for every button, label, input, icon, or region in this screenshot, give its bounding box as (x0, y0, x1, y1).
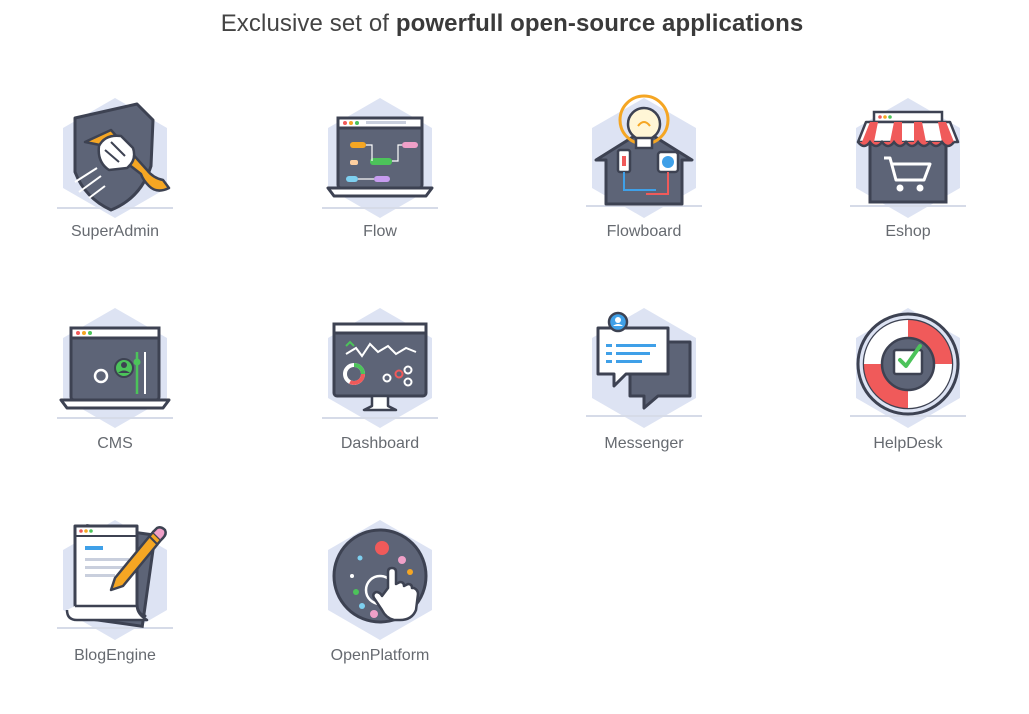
app-label: Dashboard (340, 435, 420, 452)
lifebuoy-icon (850, 308, 966, 428)
laptop-flow-icon (322, 98, 438, 218)
app-label: OpenPlatform (330, 647, 430, 664)
document-pencil-icon (57, 520, 173, 640)
app-tile-flowboard[interactable]: Flowboard (559, 90, 729, 290)
app-label: HelpDesk (873, 435, 943, 452)
app-tile-eshop[interactable]: Eshop (823, 90, 993, 290)
app-tile-dashboard[interactable]: Dashboard (295, 302, 465, 502)
wrench-hand-icon (57, 98, 173, 218)
chat-bubbles-icon (586, 308, 702, 428)
app-label: Flow (363, 223, 397, 240)
heading-prefix: Exclusive set of (220, 10, 390, 37)
app-tile-helpdesk[interactable]: HelpDesk (823, 302, 993, 502)
app-label: Flowboard (606, 223, 682, 240)
touch-platform-icon (328, 520, 432, 640)
heading-strong: powerfull open-source applications (395, 10, 804, 37)
app-tile-messenger[interactable]: Messenger (559, 302, 729, 502)
lightbulb-socket-icon (586, 94, 702, 218)
app-label: Eshop (885, 223, 931, 240)
laptop-settings-icon (57, 308, 173, 428)
app-label: Messenger (604, 435, 684, 452)
app-tile-cms[interactable]: CMS (30, 302, 200, 502)
app-tile-blogengine[interactable]: BlogEngine (30, 514, 200, 714)
app-tile-openplatform[interactable]: OpenPlatform (295, 514, 465, 714)
shop-cart-icon (850, 98, 966, 218)
monitor-dashboard-icon (322, 308, 438, 428)
app-label: BlogEngine (74, 647, 156, 664)
app-label: CMS (97, 435, 133, 452)
app-tile-flow[interactable]: Flow (295, 90, 465, 290)
page-heading: Exclusive set of powerfull open-source a… (0, 10, 1024, 38)
app-label: SuperAdmin (70, 223, 160, 240)
app-tile-superadmin[interactable]: SuperAdmin (30, 90, 200, 290)
